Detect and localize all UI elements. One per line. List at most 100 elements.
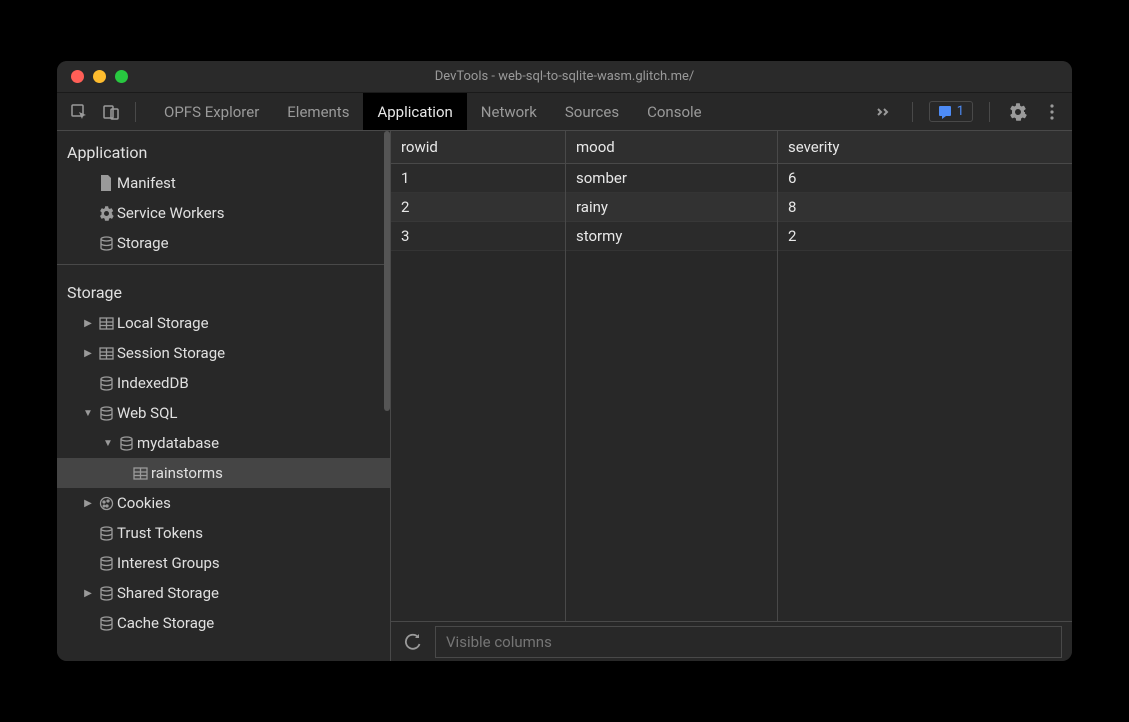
file-icon — [95, 175, 117, 191]
sidebar-item-label: Service Workers — [117, 204, 224, 222]
column-header-rowid[interactable]: rowid — [391, 131, 566, 163]
sidebar-item-service-workers[interactable]: Service Workers — [57, 198, 390, 228]
toolbar: OPFS Explorer Elements Application Netwo… — [57, 93, 1072, 131]
sidebar-item-websql[interactable]: ▼ Web SQL — [57, 398, 390, 428]
sidebar-item-label: mydatabase — [137, 434, 219, 452]
table-header: rowid mood severity — [391, 131, 1072, 164]
sidebar-item-label: Interest Groups — [117, 554, 220, 572]
inspect-element-icon[interactable] — [65, 98, 93, 126]
sidebar-item-mydatabase[interactable]: ▼ mydatabase — [57, 428, 390, 458]
issues-badge[interactable]: 1 — [929, 101, 973, 122]
content-area: Application Manifest Service Workers Sto… — [57, 131, 1072, 661]
divider — [989, 102, 990, 122]
cell-severity: 2 — [778, 222, 1072, 250]
tab-network[interactable]: Network — [467, 93, 551, 130]
maximize-window-button[interactable] — [115, 70, 128, 83]
sidebar-item-label: Storage — [117, 234, 169, 252]
cell-mood: rainy — [566, 193, 778, 221]
settings-icon[interactable] — [1006, 103, 1030, 121]
cell-rowid: 1 — [391, 164, 566, 192]
cell-severity: 8 — [778, 193, 1072, 221]
sidebar-item-session-storage[interactable]: ▶ Session Storage — [57, 338, 390, 368]
window-controls — [57, 70, 128, 83]
table-row[interactable]: 2 rainy 8 — [391, 193, 1072, 222]
more-tabs-icon[interactable] — [868, 105, 896, 119]
sidebar-item-interest-groups[interactable]: Interest Groups — [57, 548, 390, 578]
sidebar-scrollbar[interactable] — [384, 131, 390, 411]
table-body: 1 somber 6 2 rainy 8 3 stormy 2 — [391, 164, 1072, 621]
main-panel: rowid mood severity 1 somber 6 2 rainy 8… — [391, 131, 1072, 661]
sidebar-item-cookies[interactable]: ▶ Cookies — [57, 488, 390, 518]
sidebar-item-label: Session Storage — [117, 344, 225, 362]
sidebar-item-label: rainstorms — [151, 464, 223, 482]
table-row[interactable]: 1 somber 6 — [391, 164, 1072, 193]
window-title: DevTools - web-sql-to-sqlite-wasm.glitch… — [57, 69, 1072, 84]
chevron-right-icon: ▶ — [81, 318, 95, 329]
sidebar-item-label: Web SQL — [117, 404, 177, 422]
chevron-right-icon: ▶ — [81, 498, 95, 509]
sidebar-item-label: Local Storage — [117, 314, 209, 332]
sidebar-item-indexeddb[interactable]: IndexedDB — [57, 368, 390, 398]
sidebar-item-storage[interactable]: Storage — [57, 228, 390, 258]
issues-count: 1 — [957, 104, 964, 119]
cell-rowid: 3 — [391, 222, 566, 250]
close-window-button[interactable] — [71, 70, 84, 83]
cell-severity: 6 — [778, 164, 1072, 192]
sidebar-item-label: Shared Storage — [117, 584, 219, 602]
database-icon — [115, 436, 137, 451]
database-icon — [95, 616, 117, 631]
sidebar-item-local-storage[interactable]: ▶ Local Storage — [57, 308, 390, 338]
tab-application[interactable]: Application — [363, 93, 466, 130]
sidebar-item-trust-tokens[interactable]: Trust Tokens — [57, 518, 390, 548]
sidebar-item-label: Trust Tokens — [117, 524, 203, 542]
sidebar-item-label: Manifest — [117, 174, 176, 192]
devtools-window: DevTools - web-sql-to-sqlite-wasm.glitch… — [57, 61, 1072, 661]
database-icon — [95, 556, 117, 571]
database-icon — [95, 236, 117, 251]
sidebar-item-rainstorms[interactable]: rainstorms — [57, 458, 390, 488]
tab-bar: OPFS Explorer Elements Application Netwo… — [150, 93, 716, 130]
cell-mood: somber — [566, 164, 778, 192]
visible-columns-input[interactable] — [435, 626, 1062, 658]
column-header-mood[interactable]: mood — [566, 131, 778, 163]
section-title-application: Application — [57, 131, 390, 168]
device-toolbar-icon[interactable] — [97, 98, 125, 126]
chevron-right-icon: ▶ — [81, 588, 95, 599]
table-row[interactable]: 3 stormy 2 — [391, 222, 1072, 251]
database-icon — [95, 586, 117, 601]
sidebar-item-label: Cookies — [117, 494, 171, 512]
sidebar-item-label: Cache Storage — [117, 614, 214, 632]
sidebar-item-shared-storage[interactable]: ▶ Shared Storage — [57, 578, 390, 608]
table-icon — [95, 317, 117, 330]
cookie-icon — [95, 496, 117, 511]
divider — [57, 264, 390, 265]
column-header-severity[interactable]: severity — [778, 131, 1072, 163]
chevron-down-icon: ▼ — [101, 438, 115, 449]
database-icon — [95, 376, 117, 391]
more-options-icon[interactable] — [1040, 104, 1064, 120]
database-icon — [95, 526, 117, 541]
database-icon — [95, 406, 117, 421]
divider — [912, 102, 913, 122]
tab-sources[interactable]: Sources — [551, 93, 633, 130]
minimize-window-button[interactable] — [93, 70, 106, 83]
cell-rowid: 2 — [391, 193, 566, 221]
tab-elements[interactable]: Elements — [273, 93, 363, 130]
tab-console[interactable]: Console — [633, 93, 716, 130]
chevron-down-icon: ▼ — [81, 408, 95, 419]
sidebar-item-cache-storage[interactable]: Cache Storage — [57, 608, 390, 638]
table-icon — [95, 347, 117, 360]
section-title-storage: Storage — [57, 271, 390, 308]
titlebar: DevTools - web-sql-to-sqlite-wasm.glitch… — [57, 61, 1072, 93]
table-footer — [391, 621, 1072, 661]
divider — [135, 102, 136, 122]
sidebar-item-label: IndexedDB — [117, 374, 189, 392]
cell-mood: stormy — [566, 222, 778, 250]
table-icon — [129, 467, 151, 480]
sidebar-item-manifest[interactable]: Manifest — [57, 168, 390, 198]
sidebar: Application Manifest Service Workers Sto… — [57, 131, 391, 661]
tab-opfs-explorer[interactable]: OPFS Explorer — [150, 93, 273, 130]
gear-icon — [95, 206, 117, 221]
chevron-right-icon: ▶ — [81, 348, 95, 359]
refresh-icon[interactable] — [401, 633, 425, 651]
